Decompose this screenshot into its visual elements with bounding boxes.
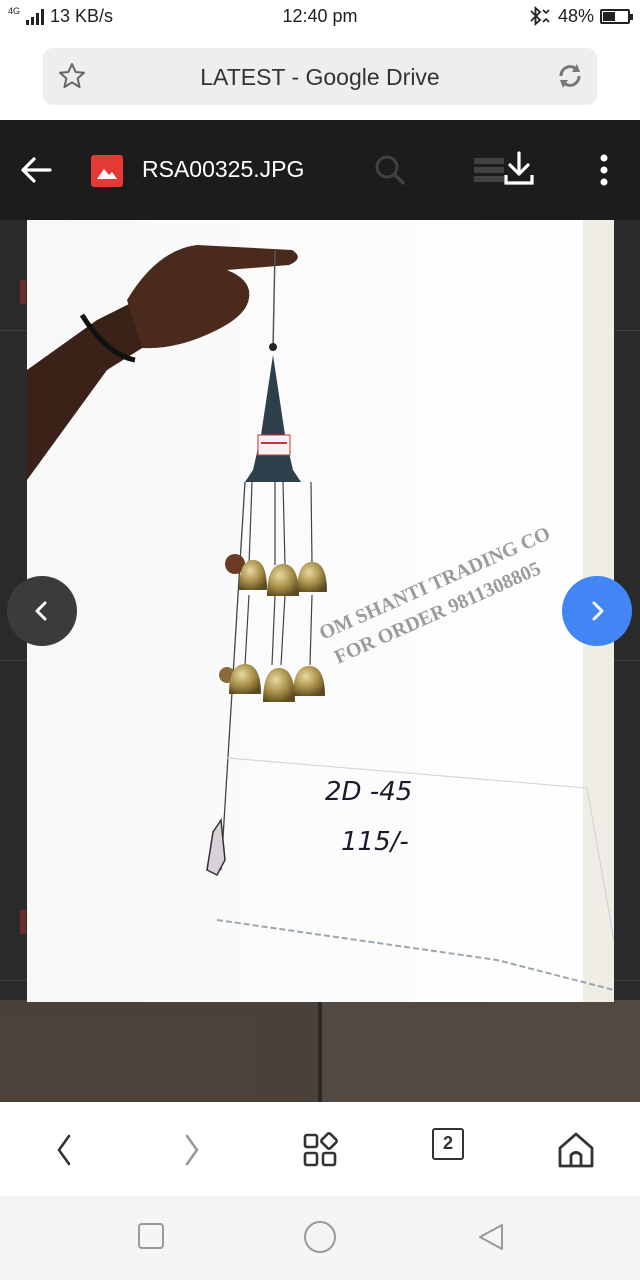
- page-title: LATEST - Google Drive: [200, 64, 440, 90]
- bluetooth-icon: [530, 5, 550, 27]
- home-icon[interactable]: [554, 1128, 598, 1172]
- download-icon[interactable]: [502, 150, 536, 188]
- chevron-right-icon: [592, 601, 604, 621]
- handwritten-price: 115/-: [341, 827, 409, 857]
- browser-forward-icon[interactable]: [170, 1128, 214, 1172]
- address-bar[interactable]: LATEST - Google Drive: [43, 48, 597, 105]
- battery-percent: 48%: [557, 5, 594, 26]
- drive-viewer-toolbar: RSA00325.JPG: [0, 120, 640, 220]
- next-image-button[interactable]: [562, 576, 632, 646]
- handwritten-code: 2D -45: [325, 777, 412, 807]
- drive-viewer: RSA00325.JPG OM SHANTI TRADING CO FOR OR…: [0, 120, 640, 1102]
- wind-chime-photo: OM SHANTI TRADING CO FOR ORDER 981130880…: [27, 220, 614, 1002]
- browser-url-area: LATEST - Google Drive: [0, 34, 640, 120]
- recent-apps-icon[interactable]: [137, 1222, 165, 1250]
- tab-count: 2: [432, 1128, 464, 1160]
- back-arrow-icon[interactable]: [18, 152, 54, 188]
- photo-preview: OM SHANTI TRADING CO FOR ORDER 981130880…: [27, 220, 614, 1002]
- search-icon: [375, 155, 406, 186]
- back-triangle-icon[interactable]: [476, 1222, 506, 1252]
- image-file-icon: [91, 155, 123, 187]
- chevron-left-icon: [35, 601, 47, 621]
- android-navigation-bar: [0, 1196, 640, 1280]
- more-options-icon[interactable]: [590, 152, 618, 188]
- tabs-button[interactable]: 2: [432, 1128, 476, 1172]
- file-name: RSA00325.JPG: [142, 156, 305, 182]
- status-bar: 4G 13 KB/s 12:40 pm 48%: [0, 0, 640, 34]
- status-right: 48%: [526, 5, 633, 27]
- reload-icon[interactable]: [555, 61, 585, 91]
- battery-icon: [600, 8, 633, 24]
- apps-grid-icon[interactable]: [298, 1128, 342, 1172]
- previous-image-button[interactable]: [7, 576, 77, 646]
- browser-back-icon[interactable]: [42, 1128, 86, 1172]
- list-view-icon: [474, 158, 504, 182]
- browser-bottom-bar: 2: [0, 1102, 640, 1196]
- home-circle-icon[interactable]: [303, 1220, 337, 1254]
